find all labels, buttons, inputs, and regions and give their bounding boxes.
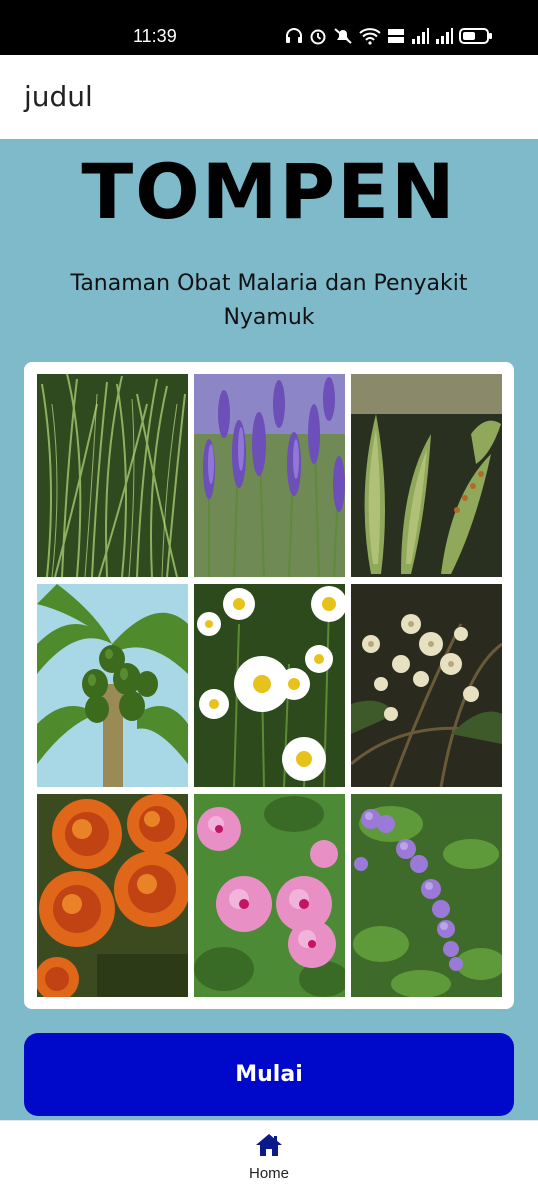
status-icons — [285, 26, 493, 46]
wifi-icon — [359, 28, 381, 45]
app-title: judul — [24, 80, 93, 113]
bottom-nav: Home — [0, 1120, 538, 1195]
lemongrass-image — [37, 374, 188, 577]
home-icon — [256, 1134, 282, 1156]
hero-title: TOMPEN — [81, 147, 457, 236]
nav-item-home[interactable]: Home — [219, 1129, 319, 1191]
lavender-image — [194, 374, 345, 577]
alarm-icon — [310, 29, 326, 45]
leaf-image — [351, 374, 502, 577]
volte-icon — [388, 29, 404, 43]
status-bar: 11:39 — [0, 0, 538, 55]
marigold-image — [37, 794, 188, 997]
mute-icon — [334, 28, 352, 44]
plant-gallery — [24, 362, 514, 1009]
battery-icon — [459, 28, 492, 44]
app-bar: judul — [0, 55, 538, 139]
duranta-image — [351, 794, 502, 997]
hero-subtitle: Tanaman Obat Malaria dan Penyakit Nyamuk — [70, 271, 468, 330]
flowering-branch-image — [351, 584, 502, 787]
signal-icon — [436, 28, 453, 44]
status-time: 11:39 — [133, 26, 177, 46]
nav-home-label: Home — [248, 1165, 289, 1182]
main-content: TOMPEN Tanaman Obat Malaria dan Penyakit… — [0, 139, 538, 1120]
chamomile-image — [194, 584, 345, 787]
signal-icon — [412, 28, 429, 44]
periwinkle-image — [194, 794, 345, 997]
start-button[interactable]: Mulai — [24, 1033, 514, 1116]
headphones-icon — [286, 28, 302, 43]
papaya-image — [37, 584, 188, 787]
